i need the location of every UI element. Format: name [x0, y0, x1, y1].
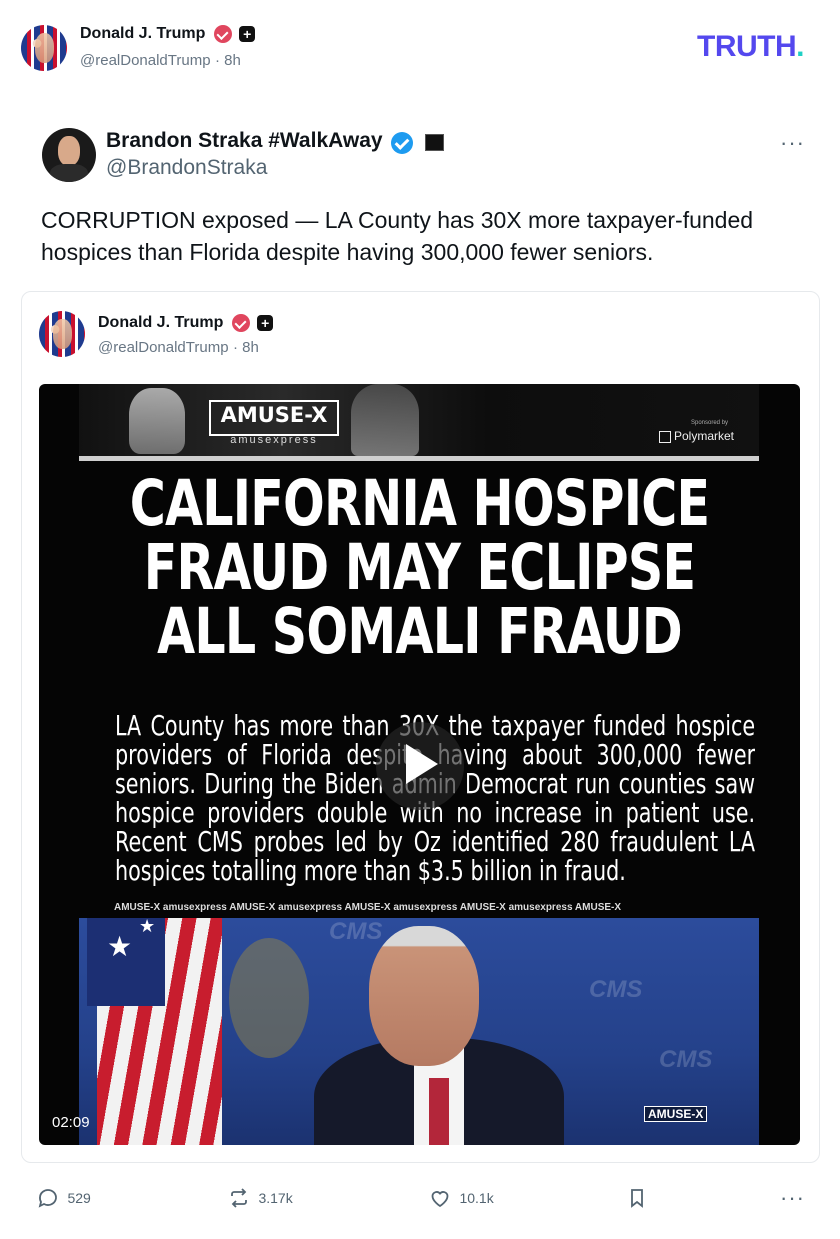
embedded-author-meta: @realDonaldTrump · 8h	[98, 339, 259, 357]
headline-line-3: ALL SOMALI FRAUD	[157, 595, 682, 668]
speaker-face	[369, 926, 479, 1066]
truth-logo-dot: .	[796, 30, 804, 63]
star-icon: ★	[139, 918, 156, 936]
quoted-name-row: Brandon Straka #WalkAway	[106, 129, 444, 154]
bookmark-icon	[631, 1189, 643, 1208]
verified-badge-icon	[391, 131, 414, 154]
like-button[interactable]: 10.1k	[428, 1186, 494, 1210]
quoted-avatar-shirt	[50, 164, 88, 182]
video-player[interactable]: AMUSE-X amusexpress Sponsored by Polymar…	[39, 384, 800, 1145]
avatar-face	[52, 319, 73, 349]
quoted-author-name[interactable]: Brandon Straka #WalkAway	[106, 129, 383, 152]
plus-badge-icon: +	[257, 315, 274, 331]
retruth-count: 3.17k	[258, 1190, 293, 1206]
video-headline: CALIFORNIA HOSPICE FRAUD MAY ECLIPSE ALL…	[39, 472, 800, 664]
more-actions-icon[interactable]: ···	[780, 1187, 805, 1209]
heart-icon	[431, 1191, 449, 1208]
host-image	[351, 384, 419, 456]
verified-badge-icon	[231, 314, 250, 332]
embedded-avatar[interactable]	[39, 311, 85, 357]
truth-logo-text: TRUTH	[697, 30, 797, 63]
reply-icon	[38, 1189, 57, 1208]
flag-icon	[424, 134, 444, 152]
quoted-avatar[interactable]	[42, 128, 96, 182]
author-meta: @realDonaldTrump · 8h	[80, 52, 241, 70]
plus-badge-icon: +	[239, 26, 256, 42]
bookmark-button[interactable]	[625, 1186, 649, 1215]
cms-watermark: CMS	[659, 1046, 713, 1073]
stormtrooper-image	[129, 388, 185, 454]
embedded-author-name[interactable]: Donald J. Trump	[98, 314, 223, 331]
star-icon: ★	[107, 931, 133, 962]
avatar[interactable]	[21, 25, 67, 71]
author-name[interactable]: Donald J. Trump	[80, 25, 205, 42]
divider-line	[79, 456, 759, 461]
hhs-seal	[229, 938, 309, 1058]
embedded-author-handle[interactable]: @realDonaldTrump	[98, 339, 229, 356]
quoted-post-text: CORRUPTION exposed — LA County has 30X m…	[41, 207, 754, 265]
reply-button[interactable]: 529	[36, 1186, 91, 1210]
amusex-logo: AMUSE-X	[209, 400, 339, 436]
cms-watermark: CMS	[589, 976, 643, 1003]
speaker-tie	[429, 1078, 449, 1145]
retruth-icon	[231, 1188, 247, 1208]
embedded-name-row: Donald J. Trump +	[98, 314, 274, 332]
author-name-row: Donald J. Trump +	[80, 25, 256, 45]
post-time: · 8h	[215, 52, 241, 69]
play-button-icon[interactable]	[376, 722, 464, 810]
amusex-logo-sub: amusexpress	[230, 434, 318, 446]
polymarket-icon	[659, 430, 671, 443]
amusex-bug-text: AMUSE-X	[648, 1107, 704, 1121]
verified-badge-icon	[213, 25, 232, 43]
author-handle[interactable]: @realDonaldTrump	[80, 52, 211, 69]
cms-watermark: CMS	[329, 918, 383, 945]
reply-count: 529	[67, 1190, 91, 1206]
polymarket-text: Polymarket	[674, 429, 735, 443]
retruth-button[interactable]: 3.17k	[227, 1186, 293, 1210]
truth-logo[interactable]: TRUTH.	[697, 30, 804, 64]
headline-line-1: CALIFORNIA HOSPICE	[129, 467, 710, 540]
more-options-icon[interactable]: ···	[780, 132, 805, 154]
headline-line-2: FRAUD MAY ECLIPSE	[143, 531, 696, 604]
video-bottom-frame: ★ ★ CMS CMS CMS AMUSE-X	[79, 918, 759, 1145]
avatar-face	[34, 33, 55, 63]
polymarket-logo: Polymarket	[659, 429, 734, 443]
brand-ticker: AMUSE-X amusexpress AMUSE-X amusexpress …	[114, 902, 622, 913]
video-duration: 02:09	[52, 1114, 90, 1131]
amusex-logo-text: AMUSE-X	[220, 403, 328, 427]
like-count: 10.1k	[459, 1190, 494, 1206]
amusex-bug: AMUSE-X	[644, 1106, 708, 1122]
quoted-author-handle[interactable]: @BrandonStraka	[106, 156, 267, 180]
embedded-post-time: · 8h	[233, 339, 259, 356]
sponsor-small: Sponsored by	[691, 420, 729, 426]
quoted-avatar-face	[58, 136, 80, 166]
